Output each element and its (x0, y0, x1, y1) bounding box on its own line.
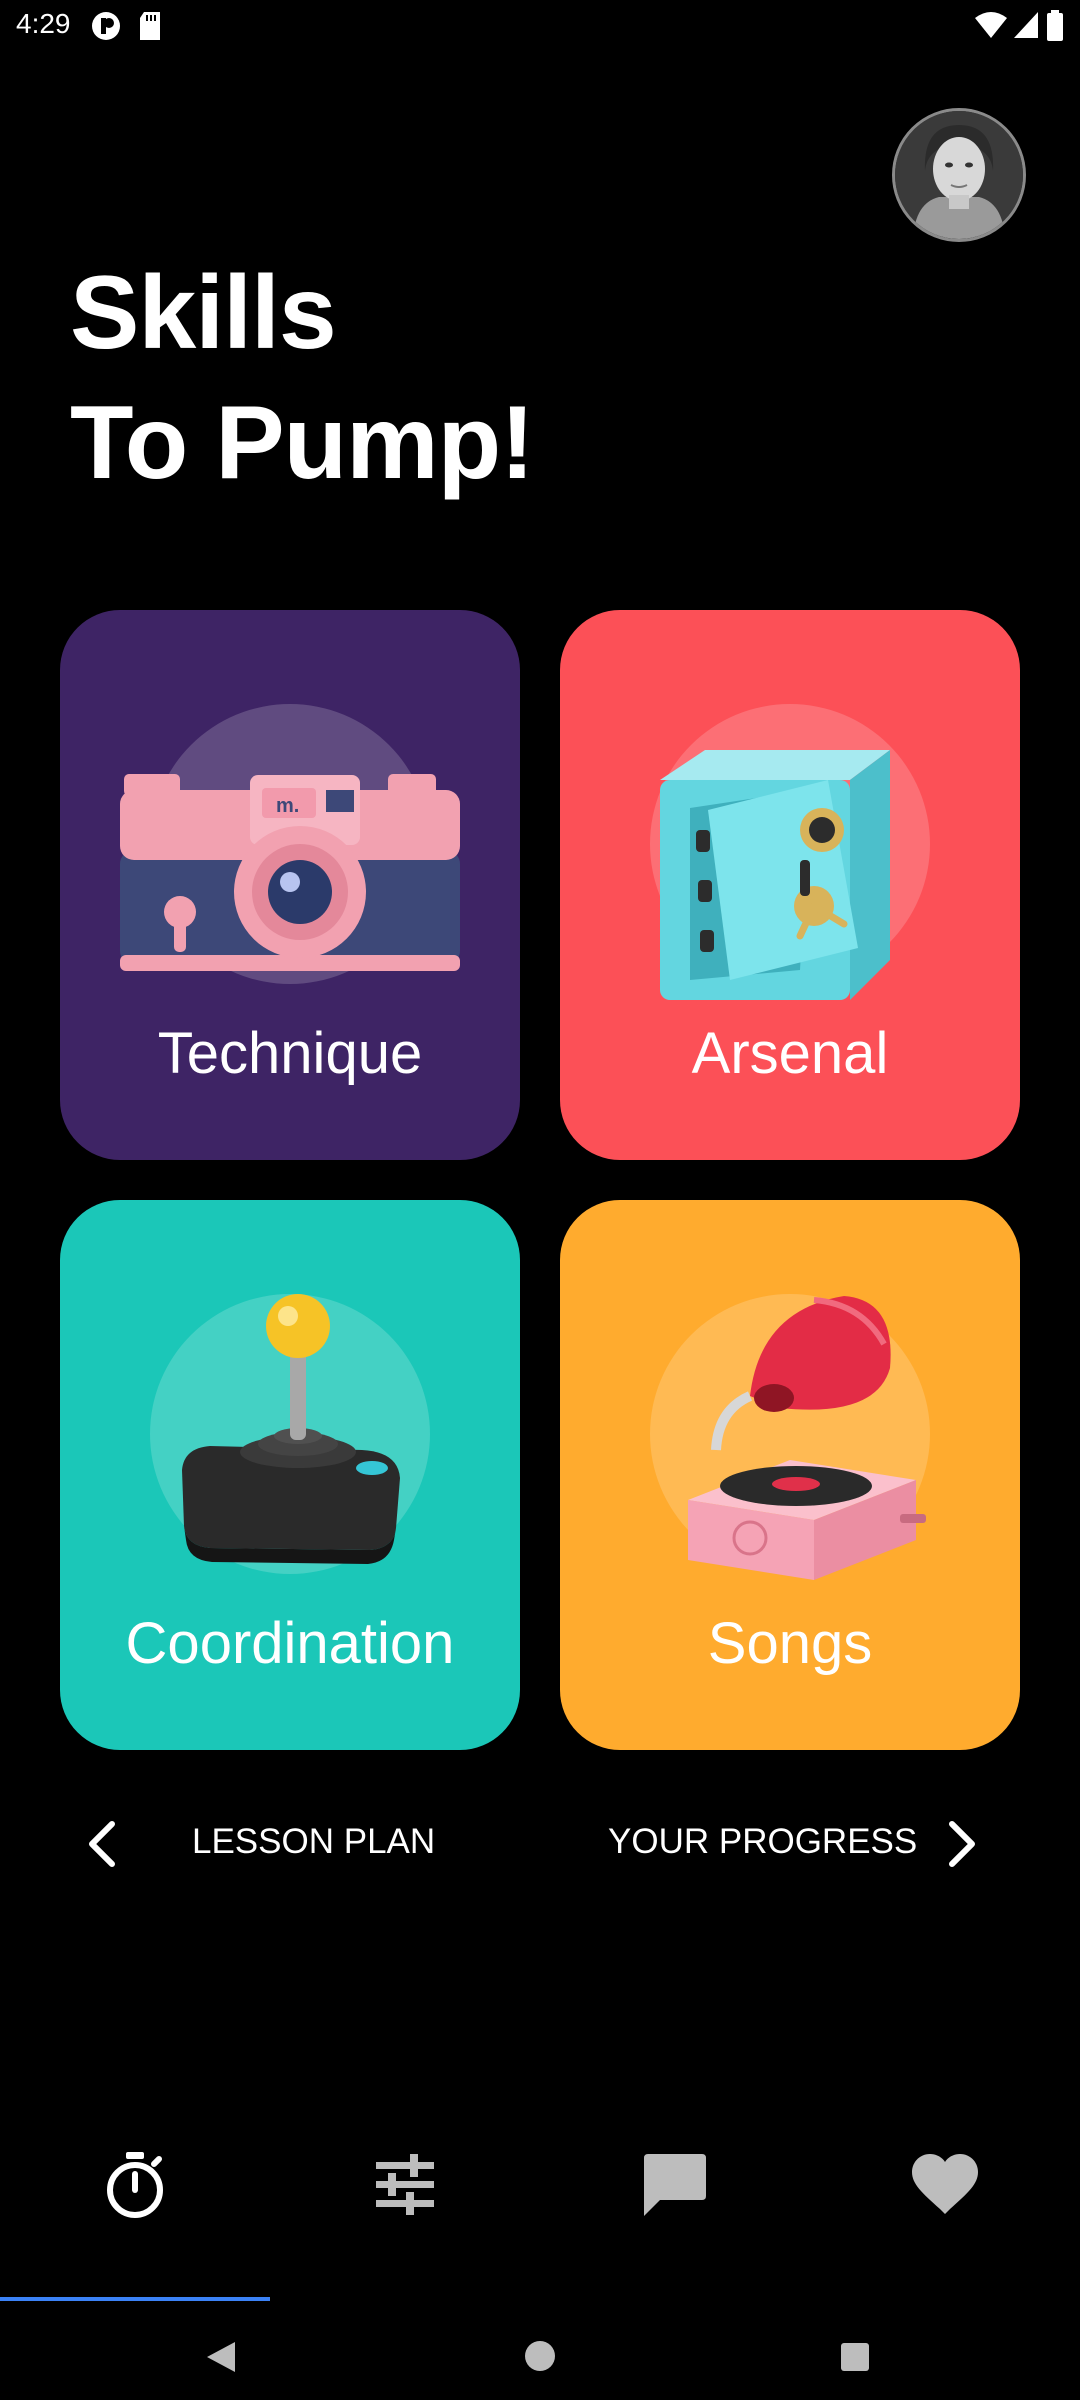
lesson-plan-link[interactable]: LESSON PLAN (192, 1822, 435, 1862)
tab-settings[interactable] (270, 2120, 540, 2250)
avatar[interactable] (892, 108, 1026, 242)
camera-icon: m. (120, 774, 460, 971)
bottom-tab-bar (0, 2120, 1080, 2300)
status-bar: 4:29 (0, 0, 1080, 50)
card-arsenal[interactable]: Arsenal (560, 610, 1020, 1160)
signal-icon (1014, 12, 1038, 38)
user-photo (895, 111, 1023, 239)
home-icon[interactable] (524, 2340, 556, 2372)
notification-icon (92, 12, 120, 40)
page-title: Skills To Pump! (70, 248, 535, 508)
active-tab-indicator (0, 2297, 270, 2301)
sliders-icon (376, 2154, 434, 2215)
svg-text:m.: m. (276, 795, 299, 817)
wifi-icon (975, 12, 1007, 38)
back-icon[interactable] (205, 2340, 237, 2374)
card-coordination[interactable]: Coordination (60, 1200, 520, 1750)
card-songs[interactable]: Songs (560, 1200, 1020, 1750)
title-line-1: Skills (70, 255, 337, 371)
recents-icon[interactable] (840, 2342, 870, 2372)
title-line-2: To Pump! (70, 385, 535, 501)
card-label: Arsenal (691, 1021, 889, 1086)
heart-icon (912, 2154, 978, 2214)
battery-icon (1047, 10, 1063, 41)
gramophone-icon (688, 1296, 926, 1580)
joystick-icon (182, 1294, 400, 1564)
tab-messages[interactable] (540, 2120, 810, 2250)
status-time: 4:29 (16, 8, 71, 39)
your-progress-link[interactable]: YOUR PROGRESS (608, 1822, 917, 1862)
chevron-left-icon[interactable] (76, 1814, 136, 1874)
card-label: Songs (707, 1611, 873, 1676)
timer-icon (107, 2152, 163, 2218)
chat-icon (644, 2154, 706, 2216)
lesson-navigation: LESSON PLAN YOUR PROGRESS (0, 1800, 1080, 1890)
card-label: Technique (157, 1021, 423, 1086)
tab-timer[interactable] (0, 2120, 270, 2250)
card-technique[interactable]: m. Technique (60, 610, 520, 1160)
sd-card-icon (140, 12, 160, 40)
system-navigation-bar (0, 2320, 1080, 2400)
tab-favorites[interactable] (810, 2120, 1080, 2250)
safe-icon (660, 750, 890, 1000)
card-label: Coordination (125, 1611, 455, 1676)
chevron-right-icon[interactable] (930, 1814, 990, 1874)
